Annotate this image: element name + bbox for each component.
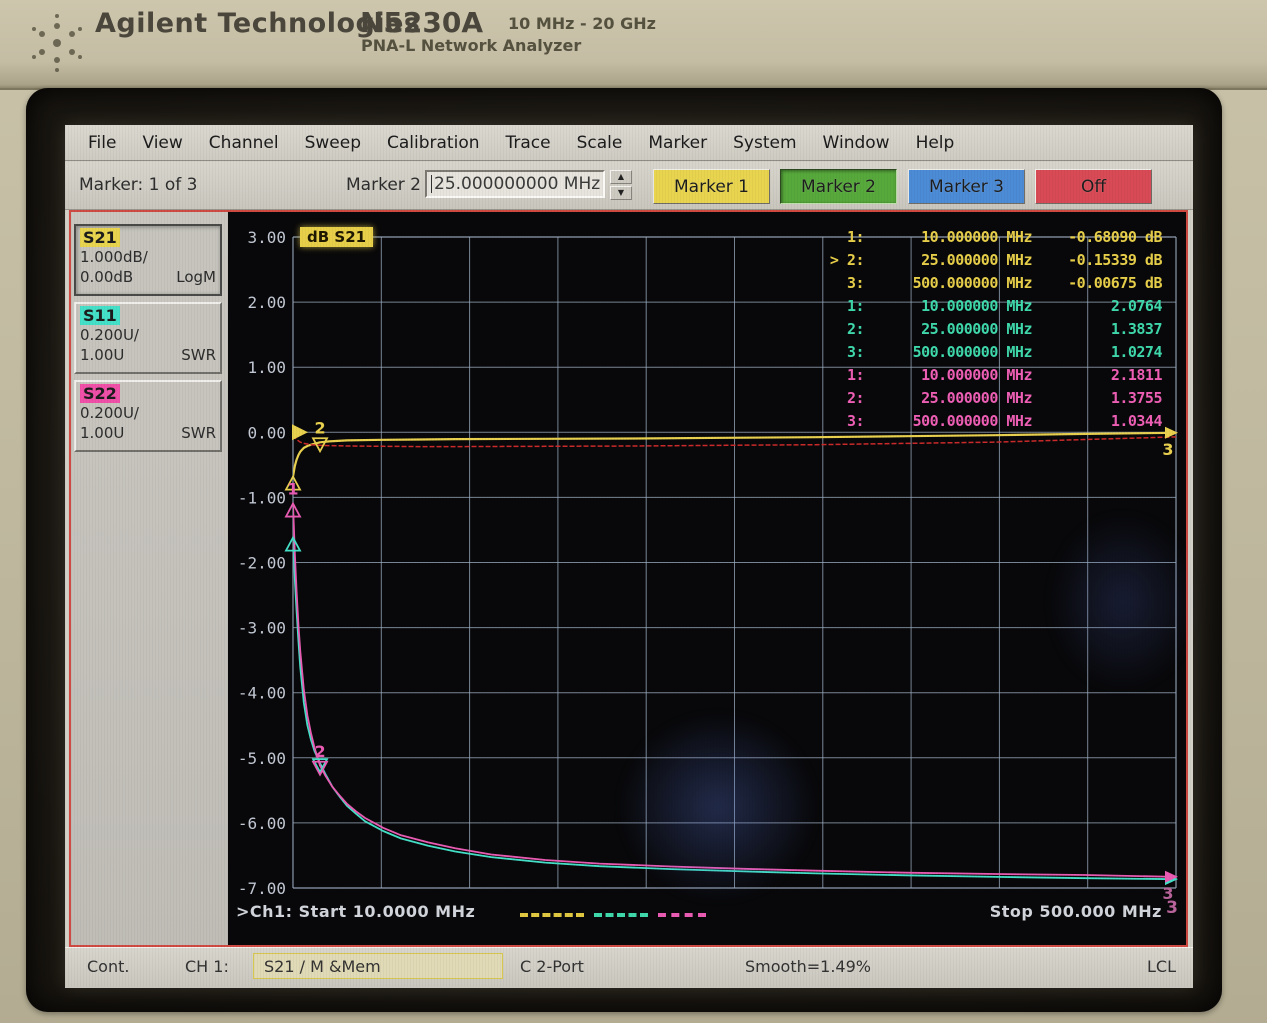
marker-toolbar: Marker: 1 of 3 Marker 2 25.000000000 MHz… xyxy=(65,162,1193,210)
trace-scale: 0.200U/ xyxy=(80,404,139,422)
marker-status-text: Marker: 1 of 3 xyxy=(79,175,198,195)
menu-item-help[interactable]: Help xyxy=(903,133,968,153)
s21-trace-swatch xyxy=(520,913,584,917)
frequency-range: 10 MHz - 20 GHz xyxy=(508,14,656,33)
trace-button-s21[interactable]: S21 1.000dB/LogM 0.00dB xyxy=(74,224,222,296)
model-number: N5230A xyxy=(360,6,484,39)
menu-item-file[interactable]: File xyxy=(75,133,129,153)
lcd-screen: File View Channel Sweep Calibration Trace Scal… xyxy=(65,125,1198,988)
y-axis-tick-label: -2.00 xyxy=(238,554,286,573)
trace-scale: 1.000dB/ xyxy=(80,248,148,266)
calibration-status: C 2-Port xyxy=(520,957,584,976)
marker-number-label: 2 xyxy=(314,742,325,761)
menu-item-view[interactable]: View xyxy=(129,133,195,153)
y-axis-tick-label: -4.00 xyxy=(238,684,286,703)
marker-3-button[interactable]: Marker 3 xyxy=(908,169,1025,204)
y-axis-tick-label: -7.00 xyxy=(238,879,286,898)
s22-trace-swatch xyxy=(658,913,706,917)
agilent-starburst-icon xyxy=(32,14,82,72)
marker-number-label: 1 xyxy=(287,480,298,499)
marker-frequency-stepper: ▲ ▼ xyxy=(610,170,632,200)
trace-name-chip: S22 xyxy=(80,384,120,403)
measurement-status: S21 / M &Mem xyxy=(264,956,381,976)
measurement-status-box: S21 / M &Mem xyxy=(253,953,503,979)
trace-button-s11[interactable]: S11 0.200U/SWR 1.00U xyxy=(74,302,222,374)
marker-readout-row: 2: 25.000000 MHz 1.3755 xyxy=(846,389,1163,407)
graph-area[interactable]: 3.00 2.00 1.00 0.00 -1.00 -2.00 -3.00 -4.00 -5.0… xyxy=(228,212,1198,945)
stepper-down-button[interactable]: ▼ xyxy=(610,186,632,200)
off-button[interactable]: Off xyxy=(1035,169,1152,204)
marker-readout-row: 3: 500.000000 MHz -0.00675 dB xyxy=(846,274,1163,292)
sweep-mode-status: Cont. xyxy=(87,957,130,976)
menu-bar: File View Channel Sweep Calibration Trace Scal… xyxy=(65,125,1193,161)
menu-item-trace[interactable]: Trace xyxy=(493,133,564,153)
y-axis-tick-label: -1.00 xyxy=(238,488,286,507)
reference-level-arrow xyxy=(292,424,308,441)
trace-scale: 0.200U/ xyxy=(80,326,139,344)
menu-item-window[interactable]: Window xyxy=(810,133,903,153)
y-axis-tick-label: 0.00 xyxy=(247,423,286,442)
trace-name-chip: S11 xyxy=(80,306,120,325)
marker-readout-row: 1: 10.000000 MHz 2.0764 xyxy=(846,297,1163,315)
status-bar: Cont. CH 1: S21 / M &Mem C 2-Port Smooth… xyxy=(65,947,1193,988)
menu-item-marker[interactable]: Marker xyxy=(635,133,720,153)
marker-field-label: Marker 2 xyxy=(346,175,421,195)
menu-item-scale[interactable]: Scale xyxy=(564,133,636,153)
menu-item-sweep[interactable]: Sweep xyxy=(292,133,374,153)
marker-readout-row: 3: 500.000000 MHz 1.0274 xyxy=(846,343,1163,361)
trace-ref-format: LogM 0.00dB xyxy=(80,268,216,286)
channel-status: CH 1: xyxy=(185,957,229,976)
trace-name-chip: S21 xyxy=(80,228,120,247)
y-axis-tick-label: -5.00 xyxy=(238,749,286,768)
trace-ref-format: SWR 1.00U xyxy=(80,346,216,364)
instrument-top-panel: Agilent Technologies N5230A 10 MHz - 20 … xyxy=(0,0,1267,90)
y-axis-tick-label: -3.00 xyxy=(238,619,286,638)
menu-item-channel[interactable]: Channel xyxy=(196,133,292,153)
marker-frequency-input[interactable]: 25.000000000 MHz xyxy=(425,170,605,198)
marker-number-label: 2 xyxy=(314,418,325,437)
marker-2-button[interactable]: Marker 2 xyxy=(780,169,897,204)
stepper-up-button[interactable]: ▲ xyxy=(610,170,632,184)
product-name: PNA-L Network Analyzer xyxy=(361,36,582,55)
menu-item-system[interactable]: System xyxy=(720,133,809,153)
marker-1-button[interactable]: Marker 1 xyxy=(653,169,770,204)
marker-readout-row: 3: 500.000000 MHz 1.0344 xyxy=(846,412,1163,430)
y-axis-tick-label: -6.00 xyxy=(238,814,286,833)
trace-status-sidebar: S21 1.000dB/LogM 0.00dB S11 0.200U/SWR 1.00U S… xyxy=(71,212,229,945)
trace-button-s22[interactable]: S22 0.200U/SWR 1.00U xyxy=(74,380,222,452)
marker-number-label: 3 xyxy=(1162,440,1173,459)
y-axis-tick-label: 2.00 xyxy=(247,293,286,312)
menu-item-calibration[interactable]: Calibration xyxy=(374,133,493,153)
smoothing-status: Smooth=1.49% xyxy=(745,957,871,976)
channel-window: S21 1.000dB/LogM 0.00dB S11 0.200U/SWR 1.00U S… xyxy=(69,210,1198,947)
marker-readout-row: 1: 10.000000 MHz -0.68090 dB xyxy=(846,228,1163,246)
s11-trace-swatch xyxy=(594,913,648,917)
marker3-corner-label: 3 xyxy=(1166,898,1178,918)
y-axis-tick-label: 3.00 xyxy=(247,228,286,247)
gpib-status: LCL xyxy=(1147,957,1176,976)
marker-readout-row: 1: 10.000000 MHz 2.1811 xyxy=(846,366,1163,384)
trace-ref-format: SWR 1.00U xyxy=(80,424,216,442)
marker-readout-row: 2: 25.000000 MHz 1.3837 xyxy=(846,320,1163,338)
active-trace-label: dB S21 xyxy=(300,227,374,247)
marker-readout-row: > 2: 25.000000 MHz -0.15339 dB xyxy=(829,251,1163,269)
y-axis-tick-label: 1.00 xyxy=(247,358,286,377)
sweep-start-label: >Ch1: Start 10.0000 MHz xyxy=(236,902,476,921)
sweep-stop-label: Stop 500.000 MHz xyxy=(989,902,1162,921)
text-caret xyxy=(431,175,432,193)
marker-frequency-value: 25.000000000 MHz xyxy=(434,174,601,194)
